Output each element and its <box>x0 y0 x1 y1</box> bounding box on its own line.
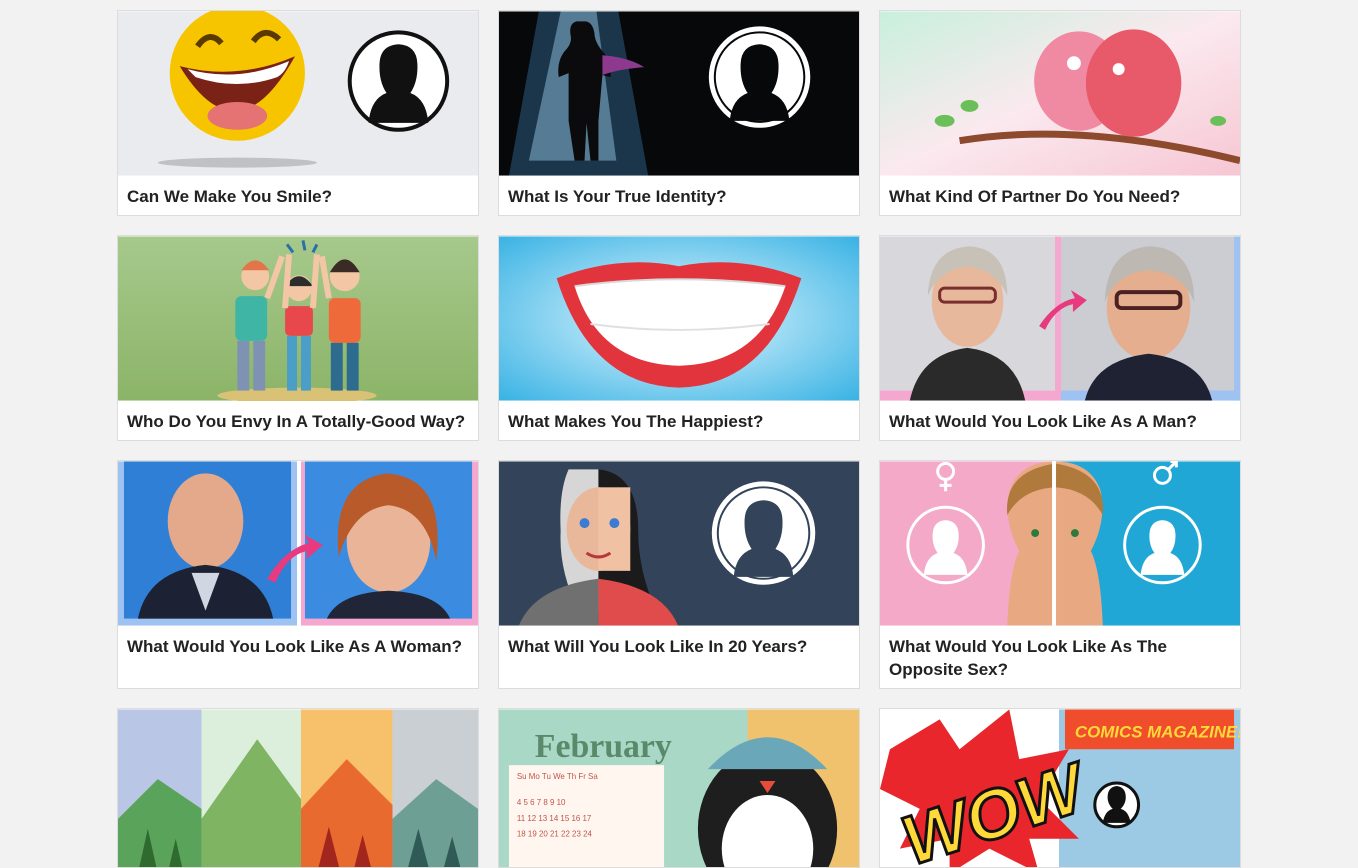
quiz-card-identity[interactable]: What Is Your True Identity? <box>498 10 860 216</box>
quiz-card-comics[interactable]: COMICS MAGAZINE! WOW <box>879 708 1241 868</box>
quiz-image-happiest[interactable] <box>499 236 859 401</box>
quiz-title[interactable]: Can We Make You Smile? <box>118 176 478 208</box>
quiz-title[interactable]: What Is Your True Identity? <box>499 176 859 208</box>
quiz-image-envy[interactable] <box>118 236 478 401</box>
quiz-card-happiest[interactable]: What Makes You The Happiest? <box>498 235 860 441</box>
calendar-month-label: February <box>535 728 672 765</box>
quiz-image-as-woman[interactable] <box>118 461 478 626</box>
quiz-title[interactable]: What Will You Look Like In 20 Years? <box>499 626 859 658</box>
comic-magazine-label: COMICS MAGAZINE! <box>1075 722 1240 741</box>
quiz-title[interactable]: Who Do You Envy In A Totally-Good Way? <box>118 401 478 433</box>
quiz-image-partner[interactable] <box>880 11 1240 176</box>
quiz-image-as-man[interactable] <box>880 236 1240 401</box>
quiz-card-partner[interactable]: What Kind Of Partner Do You Need? <box>879 10 1241 216</box>
quiz-image-february[interactable]: February Su Mo Tu We Th Fr Sa 4 5 6 7 8 … <box>499 709 859 867</box>
quiz-title[interactable]: What Kind Of Partner Do You Need? <box>880 176 1240 208</box>
quiz-image-comics[interactable]: COMICS MAGAZINE! WOW <box>880 709 1240 867</box>
quiz-image-seasons[interactable] <box>118 709 478 867</box>
svg-text:18 19 20 21 22 23 24: 18 19 20 21 22 23 24 <box>517 830 593 839</box>
quiz-image-identity[interactable] <box>499 11 859 176</box>
svg-text:4 5 6 7 8 9 1: 4 5 6 7 8 9 10 <box>517 798 566 807</box>
quiz-card-envy[interactable]: Who Do You Envy In A Totally-Good Way? <box>117 235 479 441</box>
man-portrait-icon <box>167 473 244 569</box>
quiz-card-as-man[interactable]: What Would You Look Like As A Man? <box>879 235 1241 441</box>
quiz-card-opposite-sex[interactable]: What Would You Look Like As The Opposite… <box>879 460 1241 689</box>
quiz-card-seasons[interactable] <box>117 708 479 868</box>
quiz-card-20-years[interactable]: What Will You Look Like In 20 Years? <box>498 460 860 689</box>
quiz-title[interactable]: What Would You Look Like As A Man? <box>880 401 1240 433</box>
quiz-card-february[interactable]: February Su Mo Tu We Th Fr Sa 4 5 6 7 8 … <box>498 708 860 868</box>
quiz-title[interactable]: What Would You Look Like As A Woman? <box>118 626 478 658</box>
quiz-title[interactable]: What Would You Look Like As The Opposite… <box>880 626 1240 681</box>
quiz-card-smile[interactable]: Can We Make You Smile? <box>117 10 479 216</box>
quiz-image-smile[interactable] <box>118 11 478 176</box>
quiz-card-as-woman[interactable]: What Would You Look Like As A Woman? <box>117 460 479 689</box>
svg-text:Su Mo Tu We Th Fr Sa: Su Mo Tu We Th Fr Sa <box>517 772 598 781</box>
quiz-image-opposite-sex[interactable] <box>880 461 1240 626</box>
svg-text:11 12 13 14 15 16 17: 11 12 13 14 15 16 17 <box>517 814 592 823</box>
quiz-title[interactable]: What Makes You The Happiest? <box>499 401 859 433</box>
quiz-image-20-years[interactable] <box>499 461 859 626</box>
person-figure-icon <box>235 296 268 341</box>
